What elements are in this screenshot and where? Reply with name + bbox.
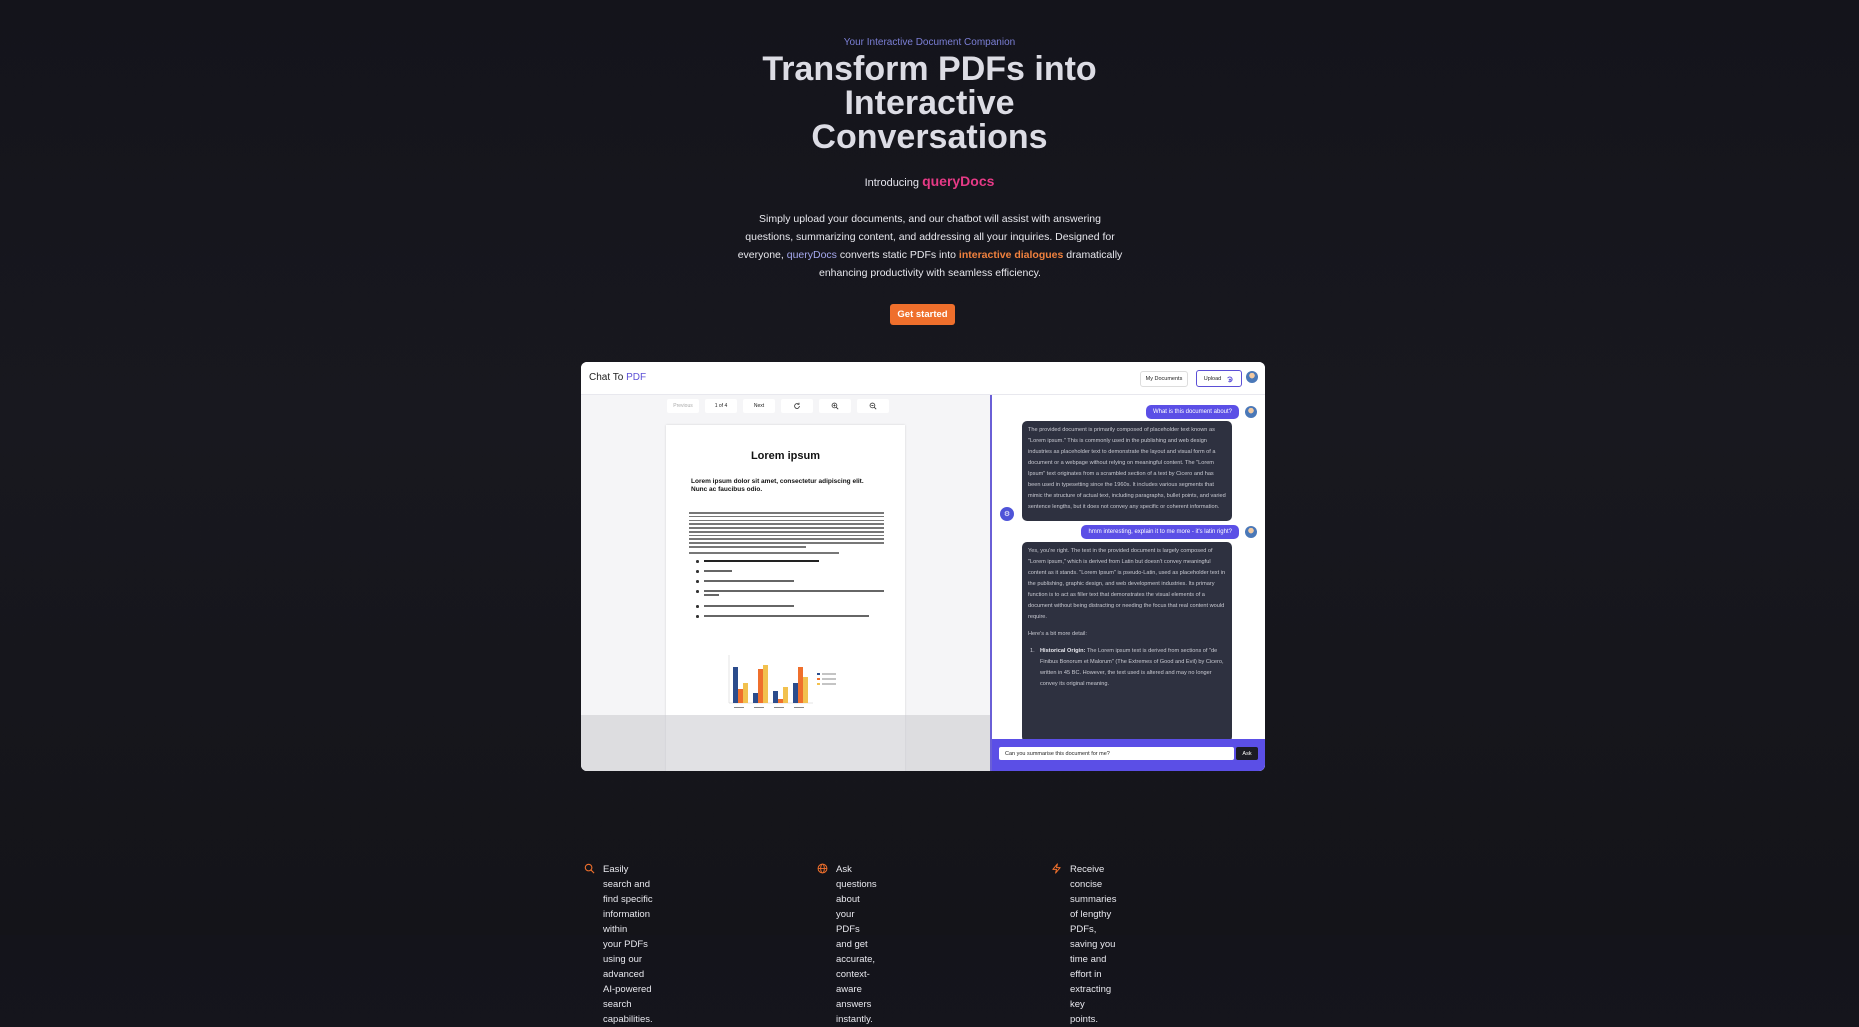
feature-text: points. xyxy=(1070,1014,1098,1025)
chat-input-bar: Can you summarise this document for me? … xyxy=(992,739,1265,771)
intro-prefix: Introducing xyxy=(864,177,919,189)
list-item xyxy=(696,577,886,587)
feature-text: saving you time and effort in extracting… xyxy=(1070,939,1116,1010)
user-avatar xyxy=(1245,526,1257,538)
zoom-out-icon xyxy=(869,402,877,410)
document-paragraph xyxy=(689,512,884,550)
get-started-button[interactable]: Get started xyxy=(890,304,955,325)
feature-text: Easily search and find specific informat… xyxy=(603,864,653,935)
document-title: Lorem ipsum xyxy=(750,450,821,462)
desc-part-2: converts static PDFs into xyxy=(839,249,956,261)
list-item xyxy=(696,567,886,577)
zoom-in-button[interactable] xyxy=(819,399,851,413)
my-documents-button[interactable]: My Documents xyxy=(1140,371,1188,387)
app-title-text: Chat To xyxy=(589,372,624,383)
pdf-viewer: Previous 1 of 4 Next Lorem ipsum Lorem i… xyxy=(581,395,990,771)
pdf-toolbar: Previous 1 of 4 Next xyxy=(667,399,889,413)
user-avatar[interactable] xyxy=(1246,371,1258,383)
list-item xyxy=(696,587,886,602)
app-preview: Chat To PDF My Documents Upload Previous… xyxy=(581,362,1265,771)
previous-page-button[interactable]: Previous xyxy=(667,399,699,413)
list-item-label: Historical Origin: xyxy=(1040,648,1086,654)
assistant-paragraph: Here's a bit more detail: xyxy=(1028,631,1087,637)
feature-text: your PDFs using our advanced AI-powered xyxy=(603,939,652,995)
list-item xyxy=(696,602,886,612)
user-message: hmm interesting, explain it to me more -… xyxy=(1081,525,1239,539)
feature-text: Receive concise summaries of lengthy PDF… xyxy=(1070,864,1117,935)
user-message: What is this document about? xyxy=(1145,405,1239,419)
zoom-in-icon xyxy=(831,402,839,410)
rotate-button[interactable] xyxy=(781,399,813,413)
assistant-list-item: 1. Historical Origin: The Lorem ipsum te… xyxy=(1030,648,1224,687)
hero-intro: Introducing queryDocs xyxy=(0,173,1859,189)
document-subtitle: Lorem ipsum dolor sit amet, consectetur … xyxy=(691,478,864,493)
feature-text: search capabilities. xyxy=(603,999,653,1025)
zap-icon xyxy=(1052,863,1061,874)
app-header: Chat To PDF My Documents Upload xyxy=(581,362,1265,395)
assistant-message: Yes, you're right. The text in the provi… xyxy=(1022,542,1232,742)
page-indicator: 1 of 4 xyxy=(705,399,737,413)
upload-icon xyxy=(1227,376,1233,382)
rotate-icon xyxy=(794,402,800,409)
desc-highlight: interactive dialogues xyxy=(958,249,1064,261)
chat-input[interactable]: Can you summarise this document for me? xyxy=(999,747,1234,760)
assistant-paragraph: Yes, you're right. The text in the provi… xyxy=(1028,548,1226,620)
app-title: Chat To PDF xyxy=(589,372,646,383)
zoom-out-button[interactable] xyxy=(857,399,889,413)
headline-line-3: Conversations xyxy=(811,118,1048,156)
globe-icon xyxy=(817,863,828,874)
headline-line-1: Transform PDFs into xyxy=(762,50,1097,88)
search-icon xyxy=(584,863,595,874)
pdf-overlay xyxy=(581,715,990,771)
hero-description: Simply upload your documents, and our ch… xyxy=(735,210,1125,282)
document-chart-thumbnail xyxy=(728,655,836,708)
app-title-accent: PDF xyxy=(626,372,647,383)
bot-icon: ⚙ xyxy=(1000,507,1014,521)
document-line xyxy=(689,552,839,556)
assistant-message: The provided document is primarily compo… xyxy=(1022,421,1232,521)
brand-name: queryDocs xyxy=(922,173,995,189)
upload-label: Upload xyxy=(1203,375,1222,382)
list-item xyxy=(696,557,886,567)
feature-text: Ask questions about your PDFs and get ac… xyxy=(836,864,877,965)
headline-line-2: Interactive xyxy=(844,84,1015,122)
desc-brand: queryDocs xyxy=(786,249,837,261)
document-bullet-list xyxy=(696,557,886,622)
hero-headline: Transform PDFs into Interactive Conversa… xyxy=(0,52,1859,154)
ask-button[interactable]: Ask xyxy=(1236,747,1258,760)
chat-panel: What is this document about? The provide… xyxy=(992,395,1265,771)
hero-tagline: Your Interactive Document Companion xyxy=(843,37,1016,48)
user-avatar xyxy=(1245,406,1257,418)
next-page-button[interactable]: Next xyxy=(743,399,775,413)
upload-button[interactable]: Upload xyxy=(1196,370,1242,387)
feature-text: context-aware answers instantly. xyxy=(836,969,873,1025)
list-item xyxy=(696,612,886,622)
